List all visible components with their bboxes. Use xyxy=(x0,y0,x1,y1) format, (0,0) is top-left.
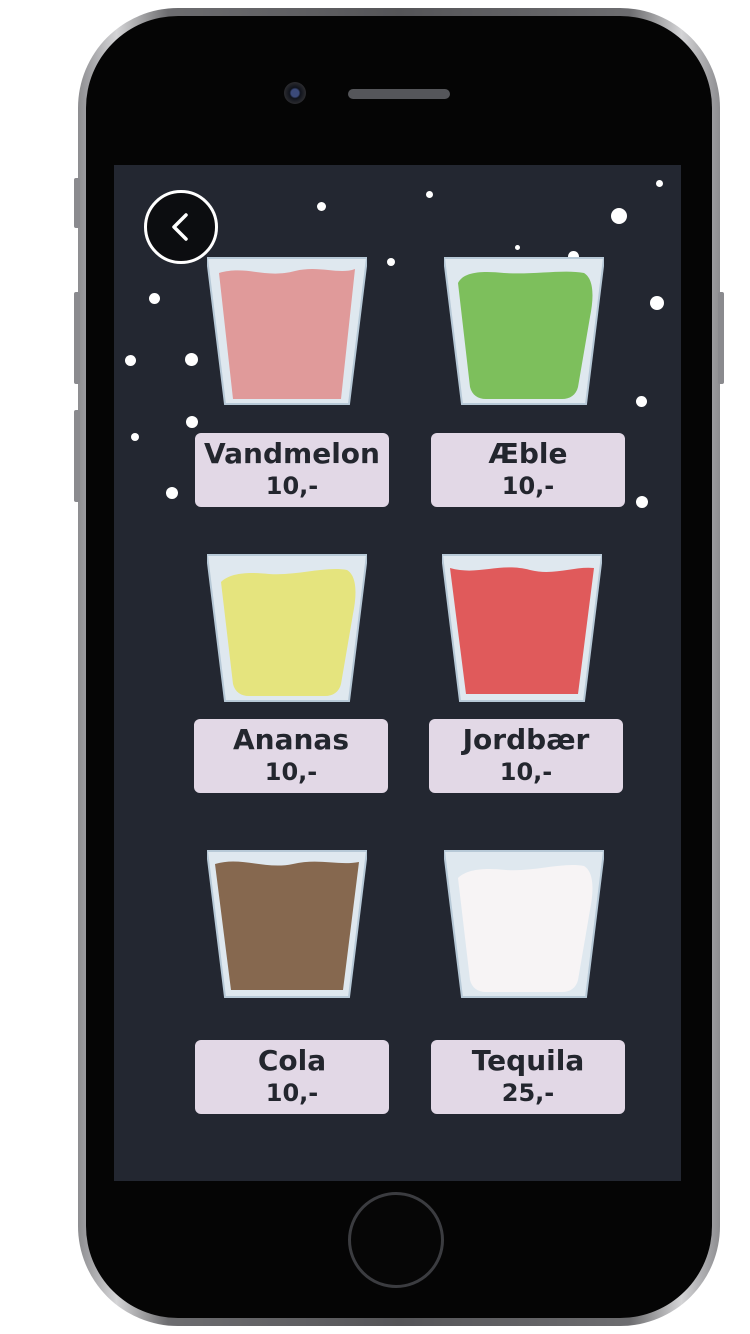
chevron-left-icon xyxy=(164,210,198,244)
drink-card-jordbaer[interactable]: Jordbær 10,- xyxy=(429,719,623,793)
drink-glass-cola[interactable] xyxy=(205,850,369,998)
drink-name: Cola xyxy=(257,1044,327,1077)
drink-price: 10,- xyxy=(265,1079,319,1107)
drink-glass-aeble[interactable] xyxy=(442,257,606,405)
app-screen: Vandmelon 10,- Æble 10,- Ananas 10,- Jor… xyxy=(114,165,681,1181)
drink-glass-ananas[interactable] xyxy=(205,554,369,702)
drink-name: Ananas xyxy=(233,723,349,756)
volume-down-button xyxy=(74,410,80,502)
snow-dot xyxy=(387,258,395,266)
snow-dot xyxy=(426,191,433,198)
snow-dot xyxy=(636,496,648,508)
snow-dot xyxy=(131,433,139,441)
home-button[interactable] xyxy=(348,1192,444,1288)
drink-name: Vandmelon xyxy=(204,437,380,470)
snow-dot xyxy=(515,245,520,250)
snow-dot xyxy=(149,293,160,304)
drink-card-cola[interactable]: Cola 10,- xyxy=(195,1040,389,1114)
drink-card-ananas[interactable]: Ananas 10,- xyxy=(194,719,388,793)
earpiece-speaker xyxy=(348,89,450,99)
drink-price: 10,- xyxy=(501,472,555,500)
snow-dot xyxy=(125,355,136,366)
drink-glass-jordbaer[interactable] xyxy=(440,554,604,702)
drink-glass-tequila[interactable] xyxy=(442,850,606,998)
snow-dot xyxy=(166,487,178,499)
drink-price: 10,- xyxy=(264,758,318,786)
drink-card-aeble[interactable]: Æble 10,- xyxy=(431,433,625,507)
snow-dot xyxy=(650,296,664,310)
drink-name: Æble xyxy=(488,437,568,470)
drink-card-vandmelon[interactable]: Vandmelon 10,- xyxy=(195,433,389,507)
back-button[interactable] xyxy=(144,190,218,264)
drink-glass-vandmelon[interactable] xyxy=(205,257,369,405)
mute-switch xyxy=(74,178,80,228)
drink-card-tequila[interactable]: Tequila 25,- xyxy=(431,1040,625,1114)
snow-dot xyxy=(656,180,663,187)
snow-dot xyxy=(185,353,198,366)
snow-dot xyxy=(611,208,627,224)
power-button xyxy=(718,292,724,384)
snow-dot xyxy=(317,202,326,211)
volume-up-button xyxy=(74,292,80,384)
snow-dot xyxy=(186,416,198,428)
drink-name: Tequila xyxy=(471,1044,585,1077)
drink-price: 10,- xyxy=(499,758,553,786)
drink-price: 25,- xyxy=(501,1079,555,1107)
drink-name: Jordbær xyxy=(462,723,590,756)
drink-price: 10,- xyxy=(265,472,319,500)
snow-dot xyxy=(636,396,647,407)
front-camera xyxy=(284,82,306,104)
